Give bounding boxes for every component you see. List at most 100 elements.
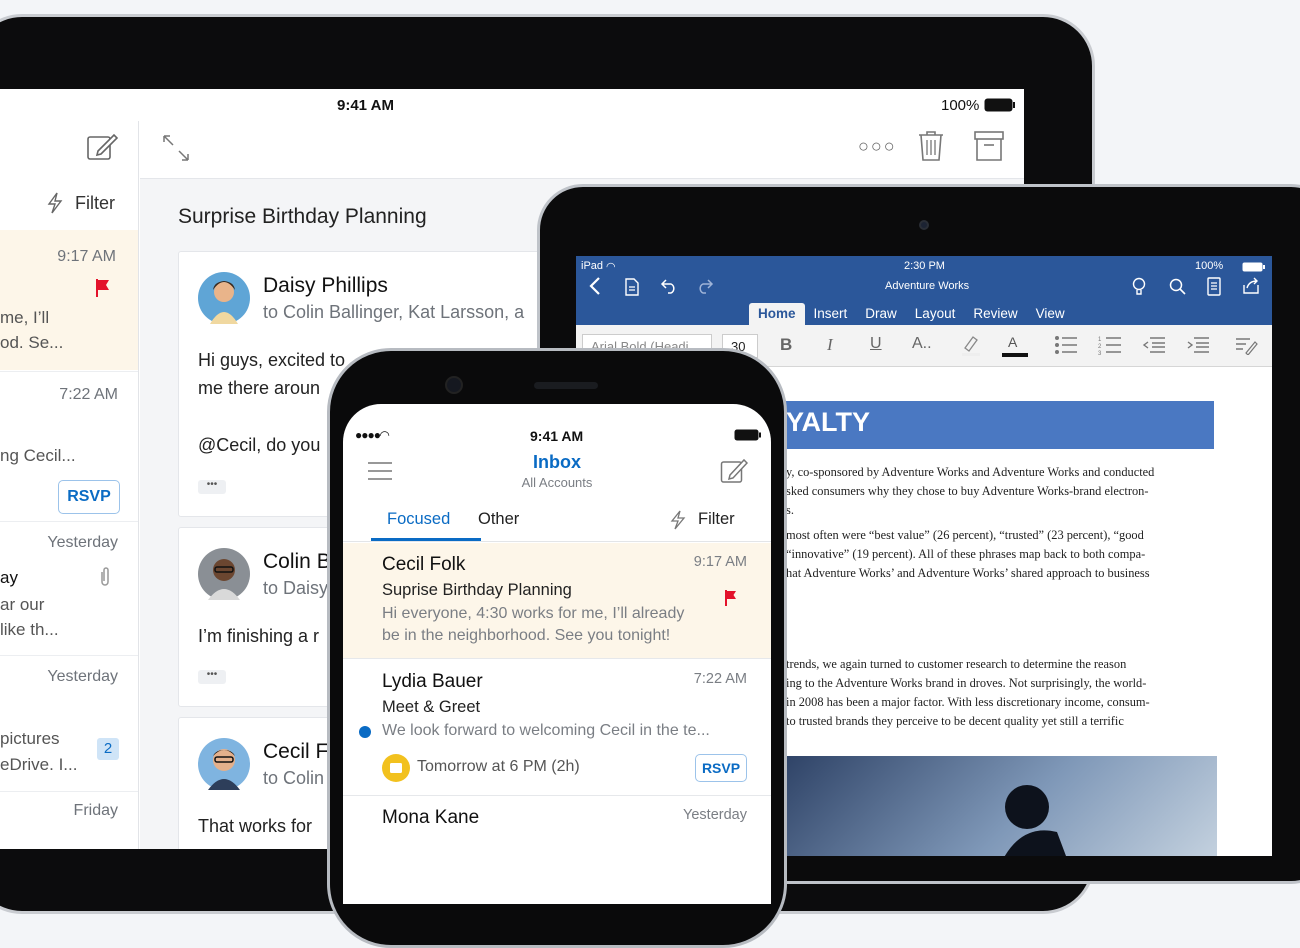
tab-home[interactable]: Home: [749, 303, 805, 325]
mail-time: Yesterday: [683, 807, 747, 823]
rsvp-button[interactable]: RSVP: [58, 480, 120, 514]
list-item[interactable]: Lydia Bauer 7:22 AM Meet & Greet We look…: [343, 660, 771, 796]
more-icon[interactable]: ○○○: [858, 136, 897, 157]
doc-title: Adventure Works: [885, 280, 970, 292]
font-color-icon[interactable]: A: [1002, 333, 1028, 359]
compose-icon[interactable]: [720, 457, 748, 485]
reading-toolbar: ○○○: [140, 121, 1024, 179]
tab-insert[interactable]: Insert: [805, 303, 857, 325]
list-item[interactable]: Yesterday ay ar our like th...: [0, 521, 138, 655]
compose-icon[interactable]: [86, 131, 118, 163]
filter-icon[interactable]: [46, 192, 64, 214]
tab-focused[interactable]: Focused: [387, 510, 450, 529]
styles-icon[interactable]: [1234, 335, 1258, 355]
sender-name: Lydia Bauer: [382, 671, 483, 692]
bullets-icon[interactable]: [1054, 335, 1078, 355]
tab-view[interactable]: View: [1027, 303, 1074, 325]
inbox-tabs: Focused Other Filter: [343, 500, 771, 542]
list-item[interactable]: 7:22 AM ng Cecil... RSVP: [0, 371, 138, 521]
share-icon[interactable]: [1242, 277, 1260, 295]
list-item[interactable]: Yesterday pictures eDrive. I... 2: [0, 655, 138, 791]
mail-subject: Meet & Greet: [382, 698, 481, 716]
italic-icon[interactable]: I: [827, 335, 833, 355]
inbox-header: Inbox All Accounts: [343, 452, 771, 490]
avatar: [198, 272, 250, 324]
flag-icon: [95, 278, 111, 298]
svg-text:2: 2: [1098, 344, 1102, 350]
rsvp-button[interactable]: RSVP: [695, 754, 747, 782]
recipients: to Daisy: [263, 578, 329, 598]
reading-mode-icon[interactable]: [1207, 277, 1221, 297]
search-icon[interactable]: [1169, 278, 1187, 296]
inbox-title: Inbox: [533, 452, 581, 472]
more-icon[interactable]: •••: [198, 480, 226, 494]
battery-icon: [1242, 262, 1266, 272]
increase-indent-icon[interactable]: [1186, 335, 1210, 355]
status-bar: 9:41 AM 100%: [0, 89, 1024, 121]
sender-name: Colin B: [263, 550, 331, 573]
avatar: [198, 738, 250, 790]
tab-underline: [371, 538, 481, 541]
undo-icon[interactable]: [660, 278, 678, 294]
sender-name: Cecil Folk: [382, 554, 466, 575]
archive-icon[interactable]: [974, 131, 1004, 161]
tab-review[interactable]: Review: [964, 303, 1026, 325]
filter-button[interactable]: Filter: [698, 510, 735, 529]
decrease-indent-icon[interactable]: [1142, 335, 1166, 355]
signal-icon: ●●●●◠: [355, 428, 389, 442]
sender-name: Mona Kane: [382, 807, 480, 828]
redo-icon[interactable]: [696, 278, 714, 294]
attachment-icon: [98, 566, 112, 588]
svg-text:3: 3: [1098, 351, 1102, 355]
battery-percent: 100%: [1195, 260, 1224, 272]
delete-icon[interactable]: [918, 130, 944, 162]
status-time: 2:30 PM: [904, 260, 945, 272]
camera-icon: [445, 376, 463, 394]
back-icon[interactable]: [588, 276, 602, 296]
svg-text:1: 1: [1098, 337, 1102, 343]
tab-draw[interactable]: Draw: [856, 303, 906, 325]
calendar-event-icon: [382, 754, 410, 782]
bold-icon[interactable]: B: [780, 335, 792, 355]
filter-icon[interactable]: [670, 510, 686, 530]
status-time: 9:41 AM: [337, 97, 394, 114]
ribbon-tabs: Home Insert Draw Layout Review View: [749, 303, 1074, 325]
filter-button[interactable]: Filter: [75, 193, 115, 214]
inbox-subtitle: All Accounts: [521, 475, 593, 490]
list-item[interactable]: 9:17 AM me, I’ll od. Se...: [0, 230, 138, 370]
heading-text: YALTY: [786, 407, 871, 437]
avatar: [198, 548, 250, 600]
flag-icon: [724, 589, 738, 607]
phone-screen: ●●●●◠ 9:41 AM Inbox All Accounts Focused…: [343, 404, 771, 904]
device-label: iPad: [581, 260, 604, 272]
battery-percent: 100%: [941, 97, 980, 114]
lightbulb-icon[interactable]: [1132, 277, 1146, 297]
underline-icon[interactable]: U: [870, 335, 882, 353]
recipients: to Colin Ballinger, Kat Larsson, a: [263, 302, 525, 322]
battery-icon: [734, 429, 762, 441]
highlight-icon[interactable]: [960, 333, 982, 357]
speaker-grille: [534, 382, 598, 389]
sender-name: Cecil F: [263, 740, 329, 763]
document-image[interactable]: [772, 756, 1217, 856]
expand-icon[interactable]: [162, 133, 190, 163]
numbering-icon[interactable]: 123: [1098, 335, 1122, 355]
battery-icon: [984, 98, 1016, 112]
mail-subject: Suprise Birthday Planning: [382, 581, 572, 599]
camera-icon: [919, 220, 929, 230]
more-icon[interactable]: •••: [198, 670, 226, 684]
paragraph: y, co-sponsored by Adventure Works and A…: [786, 465, 1155, 517]
file-icon[interactable]: [624, 278, 640, 296]
list-item[interactable]: Mona Kane Yesterday: [343, 797, 771, 857]
list-item[interactable]: Friday: [0, 791, 138, 849]
tab-layout[interactable]: Layout: [906, 303, 965, 325]
message-list-pane: Filter 9:17 AM me, I’ll od. Se... 7:22 A…: [0, 121, 139, 849]
count-badge: 2: [97, 738, 119, 760]
mail-time: 9:17 AM: [693, 554, 747, 570]
paragraph: trends, we again turned to customer rese…: [786, 657, 1150, 728]
tab-other[interactable]: Other: [478, 510, 519, 529]
text-effects-icon[interactable]: A..: [912, 335, 932, 353]
list-item[interactable]: Cecil Folk 9:17 AM Suprise Birthday Plan…: [343, 543, 771, 659]
message-subject: Surprise Birthday Planning: [178, 205, 427, 228]
mail-time: 7:22 AM: [693, 671, 747, 687]
